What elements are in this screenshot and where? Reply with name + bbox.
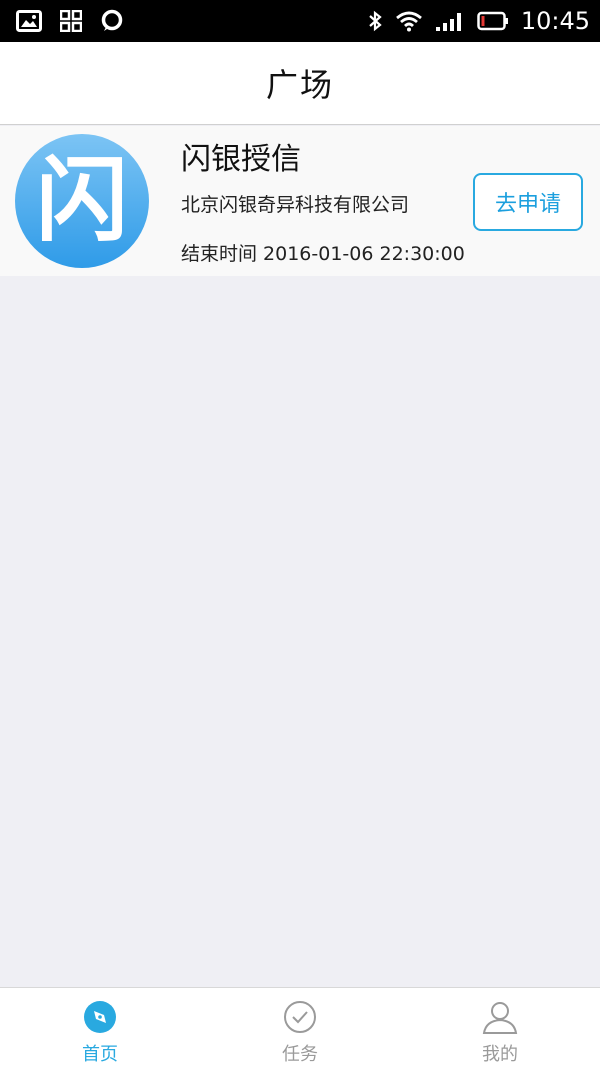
image-icon (16, 10, 42, 32)
tab-mine[interactable]: 我的 (400, 988, 600, 1067)
status-bar: 10:45 (0, 0, 600, 42)
card-title: 闪银授信 (181, 142, 301, 177)
user-icon (482, 1002, 518, 1034)
signal-icon (435, 13, 461, 31)
tab-label: 我的 (482, 1044, 518, 1065)
chat-icon (101, 9, 123, 31)
tab-tasks[interactable]: 任务 (200, 988, 400, 1067)
status-time: 10:45 (520, 7, 590, 35)
bluetooth-icon (369, 10, 382, 32)
wifi-icon (395, 11, 422, 32)
tab-label: 首页 (82, 1044, 118, 1065)
tab-home[interactable]: 首页 (0, 988, 200, 1067)
logo-glyph: 闪 (35, 147, 128, 254)
card-end-time: 结束时间 2016-01-06 22:30:00 (181, 243, 465, 265)
tab-label: 任务 (282, 1044, 318, 1065)
apply-button[interactable]: 去申请 (473, 173, 583, 231)
status-left (16, 9, 142, 33)
app-logo: 闪 (15, 134, 149, 268)
check-circle-icon (284, 1001, 316, 1033)
status-right: 10:45 (355, 7, 590, 35)
battery-icon (477, 11, 508, 31)
title-bar: 广场 (0, 42, 600, 125)
tab-bar: 首页 任务 我的 (0, 987, 600, 1067)
list-item[interactable]: 闪 闪银授信 北京闪银奇异科技有限公司 结束时间 2016-01-06 22:3… (0, 126, 600, 276)
card-company: 北京闪银奇异科技有限公司 (181, 194, 410, 216)
apps-icon (60, 10, 82, 32)
page-title: 广场 (265, 66, 334, 104)
compass-icon (84, 1001, 116, 1033)
